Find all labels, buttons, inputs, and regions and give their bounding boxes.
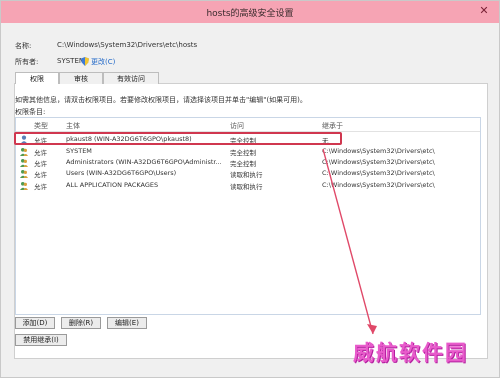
list-header: 类型 主体 访问 继承于: [16, 118, 480, 132]
window-title: hosts的高级安全设置: [206, 9, 294, 19]
owner-label: 所有者:: [15, 58, 39, 66]
change-owner-link[interactable]: 更改(C): [91, 57, 115, 67]
row-principal: ALL APPLICATION PACKAGES: [66, 181, 159, 189]
column-header-type[interactable]: 类型: [34, 121, 48, 131]
row-principal: Administrators (WIN-A32DG6T6GPO\Administ…: [66, 158, 222, 166]
row-inherited-from: C:\Windows\System32\Drivers\etc\: [322, 169, 435, 177]
close-button[interactable]: ✕: [469, 1, 499, 21]
permission-entries-list[interactable]: 类型 主体 访问 继承于 允许 pkaust8 (WIN-A32DG6T6GPO…: [15, 117, 481, 315]
tab-permissions[interactable]: 权限: [15, 72, 59, 84]
row-inherited-from: C:\Windows\System32\Drivers\etc\: [322, 158, 435, 166]
instruction-text: 如需其他信息，请双击权限项目。若要修改权限项目，请选择该项目并单击"编辑"(如果…: [15, 96, 307, 104]
add-button[interactable]: 添加(D): [15, 317, 55, 329]
permission-row[interactable]: 允许 SYSTEM 完全控制 C:\Windows\System32\Drive…: [16, 146, 480, 157]
tab-effective-access[interactable]: 有效访问: [103, 72, 159, 84]
column-header-inherited-from[interactable]: 继承于: [322, 121, 343, 131]
permission-row[interactable]: 允许 ALL APPLICATION PACKAGES 读取和执行 C:\Win…: [16, 180, 480, 191]
highlight-annotation: [14, 132, 342, 145]
users-group-icon: [20, 170, 28, 178]
permission-row[interactable]: 允许 Users (WIN-A32DG6T6GPO\Users) 读取和执行 C…: [16, 168, 480, 179]
title-bar: hosts的高级安全设置 ✕: [1, 1, 499, 23]
edit-button[interactable]: 编辑(E): [107, 317, 147, 329]
disable-inheritance-button[interactable]: 禁用继承(I): [15, 334, 67, 346]
column-header-access[interactable]: 访问: [230, 121, 244, 131]
row-access: 读取和执行: [230, 171, 263, 179]
column-header-principal[interactable]: 主体: [66, 121, 80, 131]
row-principal: SYSTEM: [66, 147, 92, 155]
row-inherited-from: C:\Windows\System32\Drivers\etc\: [322, 181, 435, 189]
permission-row[interactable]: 允许 Administrators (WIN-A32DG6T6GPO\Admin…: [16, 157, 480, 168]
users-group-icon: [20, 182, 28, 190]
row-type: 允许: [34, 160, 47, 168]
permission-entries-label: 权限条目:: [15, 108, 46, 116]
row-type: 允许: [34, 183, 47, 191]
name-label: 名称:: [15, 42, 32, 50]
row-inherited-from: C:\Windows\System32\Drivers\etc\: [322, 147, 435, 155]
uac-shield-icon: [81, 57, 89, 66]
row-access: 读取和执行: [230, 183, 263, 191]
row-principal: Users (WIN-A32DG6T6GPO\Users): [66, 169, 177, 177]
remove-button[interactable]: 删除(R): [61, 317, 101, 329]
row-type: 允许: [34, 171, 47, 179]
row-type: 允许: [34, 149, 47, 157]
users-group-icon: [20, 148, 28, 156]
name-value: C:\Windows\System32\Drivers\etc\hosts: [57, 41, 198, 49]
security-settings-window: hosts的高级安全设置 ✕ 名称: C:\Windows\System32\D…: [0, 0, 500, 378]
tab-auditing[interactable]: 审核: [59, 72, 103, 84]
watermark-logo: 威航软件园: [353, 341, 468, 365]
users-group-icon: [20, 159, 28, 167]
row-access: 完全控制: [230, 149, 256, 157]
row-access: 完全控制: [230, 160, 256, 168]
